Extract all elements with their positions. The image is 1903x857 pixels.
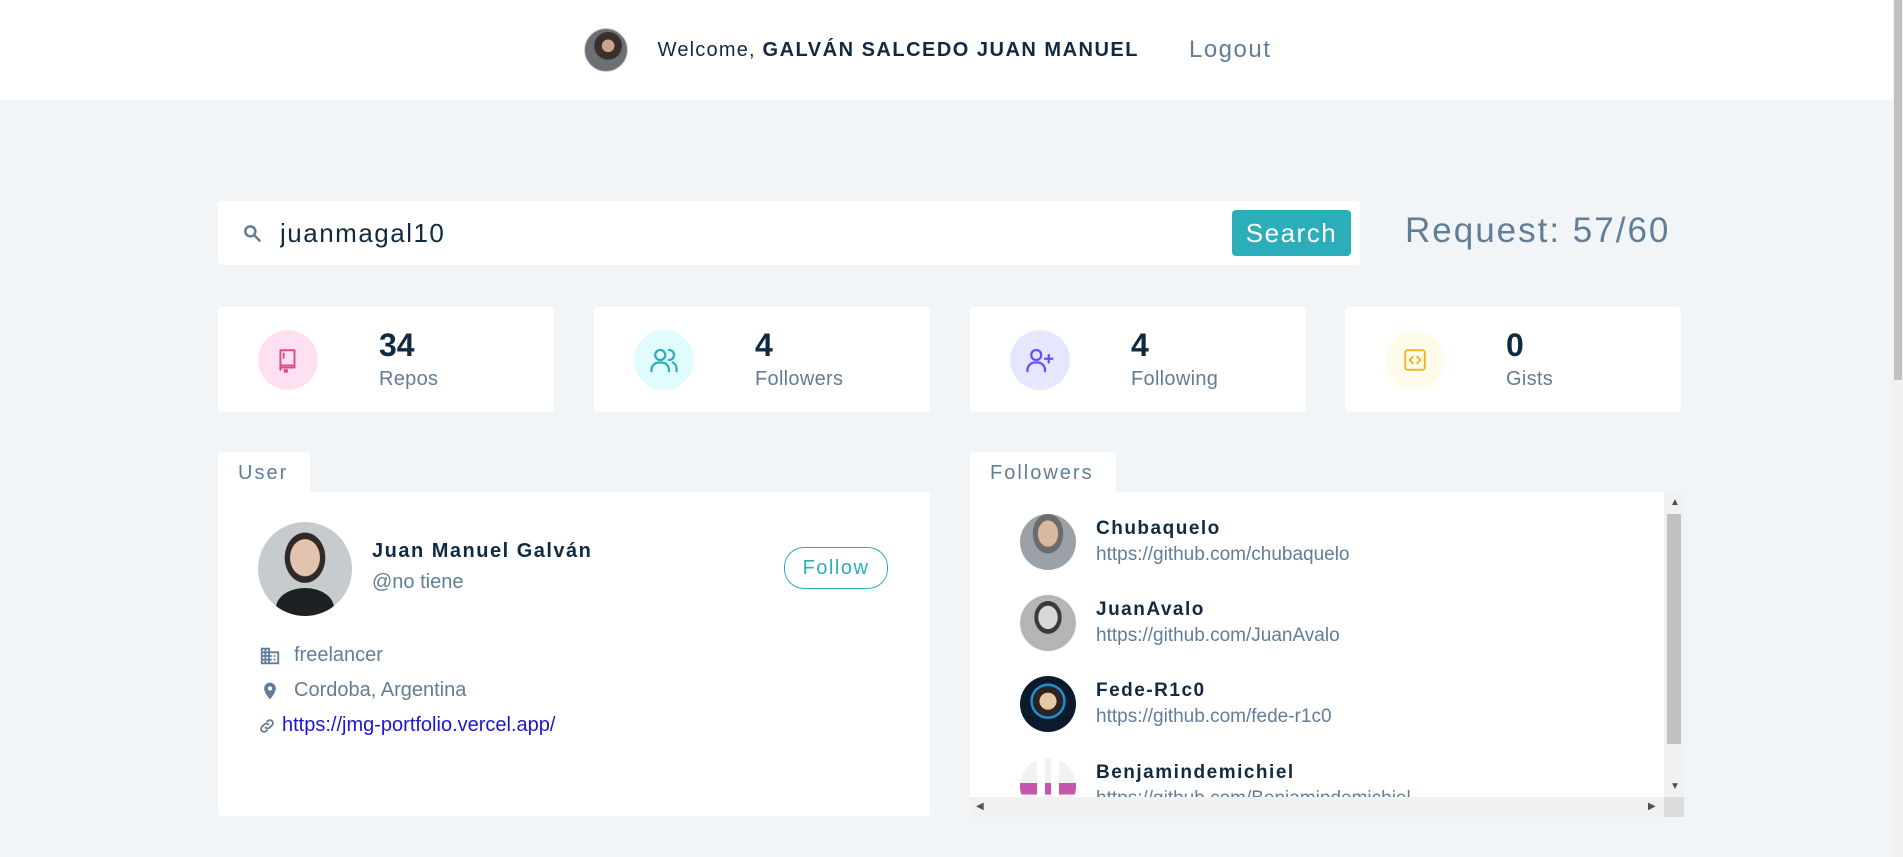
user-section-tab: User xyxy=(218,452,310,494)
stat-value: 0 xyxy=(1506,327,1524,364)
location-row: Cordoba, Argentina xyxy=(258,679,466,702)
user-card: Juan Manuel Galván @no tiene Follow free… xyxy=(218,492,930,816)
user-full-name: Juan Manuel Galván xyxy=(372,540,593,562)
follower-avatar xyxy=(1020,676,1076,732)
link-icon xyxy=(258,717,276,735)
search-button[interactable]: Search xyxy=(1232,210,1351,256)
stat-card-followers: 4 Followers xyxy=(594,307,930,412)
follower-name: Fede-R1c0 xyxy=(1096,680,1206,701)
navbar-avatar xyxy=(583,28,628,72)
stat-text: 4 Followers xyxy=(755,328,843,390)
follower-link[interactable]: https://github.com/Benjamindemichiel xyxy=(1096,788,1411,797)
blog-row: https://jmg-portfolio.vercel.app/ xyxy=(258,714,555,737)
stat-value: 4 xyxy=(1131,327,1149,364)
company-text: freelancer xyxy=(294,644,383,666)
stat-text: 0 Gists xyxy=(1506,328,1553,390)
scroll-up-arrow-icon[interactable]: ▲ xyxy=(1670,498,1680,508)
scrollbar-thumb[interactable] xyxy=(1667,514,1681,744)
page-scrollbar[interactable] xyxy=(1893,0,1903,857)
follower-item[interactable]: Fede-R1c0 https://github.com/fede-r1c0 xyxy=(1020,676,1332,732)
blog-link[interactable]: https://jmg-portfolio.vercel.app/ xyxy=(282,714,555,737)
stat-label: Following xyxy=(1131,367,1219,390)
welcome-user-name: GALVÁN SALCEDO JUAN MANUEL xyxy=(762,38,1139,61)
scroll-down-arrow-icon[interactable]: ▼ xyxy=(1670,782,1680,792)
user-plus-icon xyxy=(1010,329,1070,390)
followers-list[interactable]: Chubaquelo https://github.com/chubaquelo… xyxy=(970,492,1685,797)
followers-section-tab: Followers xyxy=(970,452,1116,494)
location-text: Cordoba, Argentina xyxy=(294,679,467,701)
stat-value: 4 xyxy=(755,327,773,364)
follower-link[interactable]: https://github.com/chubaquelo xyxy=(1096,544,1350,566)
follower-name: Chubaquelo xyxy=(1096,518,1221,539)
follower-avatar xyxy=(1020,758,1076,797)
follower-item[interactable]: Benjamindemichiel https://github.com/Ben… xyxy=(1020,758,1411,797)
top-navbar: Welcome, GALVÁN SALCEDO JUAN MANUEL Logo… xyxy=(0,0,1903,100)
follower-text: Benjamindemichiel https://github.com/Ben… xyxy=(1096,762,1411,797)
follow-button[interactable]: Follow xyxy=(784,547,888,589)
welcome-text: Welcome, GALVÁN SALCEDO JUAN MANUEL xyxy=(658,39,1139,62)
follower-link[interactable]: https://github.com/fede-r1c0 xyxy=(1096,706,1332,728)
stat-label: Gists xyxy=(1506,367,1554,390)
search-input[interactable] xyxy=(270,201,1232,265)
follower-item[interactable]: Chubaquelo https://github.com/chubaquelo xyxy=(1020,514,1350,570)
followers-vertical-scrollbar[interactable]: ▲ ▼ xyxy=(1664,492,1684,797)
location-pin-icon xyxy=(258,680,282,702)
scroll-left-arrow-icon[interactable]: ◀ xyxy=(976,802,984,812)
stat-value: 34 xyxy=(379,327,415,364)
navbar-content: Welcome, GALVÁN SALCEDO JUAN MANUEL Logo… xyxy=(583,28,1272,72)
users-icon xyxy=(634,329,694,390)
stat-card-following: 4 Following xyxy=(970,307,1306,412)
follower-text: JuanAvalo https://github.com/JuanAvalo xyxy=(1096,599,1340,647)
follower-avatar xyxy=(1020,595,1076,651)
building-icon xyxy=(258,645,282,667)
follower-text: Fede-R1c0 https://github.com/fede-r1c0 xyxy=(1096,680,1332,728)
stat-label: Repos xyxy=(379,367,439,390)
search-form: Search xyxy=(218,201,1360,265)
follower-name: JuanAvalo xyxy=(1096,599,1205,620)
company-row: freelancer xyxy=(258,644,383,667)
followers-card: Chubaquelo https://github.com/chubaquelo… xyxy=(970,492,1684,817)
follower-avatar xyxy=(1020,514,1076,570)
scroll-right-arrow-icon[interactable]: ▶ xyxy=(1648,802,1656,812)
code-icon xyxy=(1385,329,1445,390)
repo-book-icon xyxy=(258,329,318,390)
follower-link[interactable]: https://github.com/JuanAvalo xyxy=(1096,625,1340,647)
stat-text: 34 Repos xyxy=(379,328,438,390)
scrollbar-corner xyxy=(1664,797,1684,817)
stat-card-repos: 34 Repos xyxy=(218,307,554,412)
welcome-prefix: Welcome, xyxy=(657,38,756,61)
follower-text: Chubaquelo https://github.com/chubaquelo xyxy=(1096,518,1350,566)
follower-name: Benjamindemichiel xyxy=(1096,762,1295,783)
page-scrollbar-thumb[interactable] xyxy=(1894,0,1902,380)
stat-card-gists: 0 Gists xyxy=(1345,307,1681,412)
stat-label: Followers xyxy=(755,367,844,390)
search-icon xyxy=(234,223,270,243)
logout-button[interactable]: Logout xyxy=(1189,36,1271,64)
followers-horizontal-scrollbar[interactable]: ◀ ▶ xyxy=(970,797,1664,817)
follower-item[interactable]: JuanAvalo https://github.com/JuanAvalo xyxy=(1020,595,1340,651)
stat-text: 4 Following xyxy=(1131,328,1218,390)
user-avatar xyxy=(258,522,352,616)
request-count: Request: 57/60 xyxy=(1405,211,1671,250)
user-handle: @no tiene xyxy=(372,571,464,593)
